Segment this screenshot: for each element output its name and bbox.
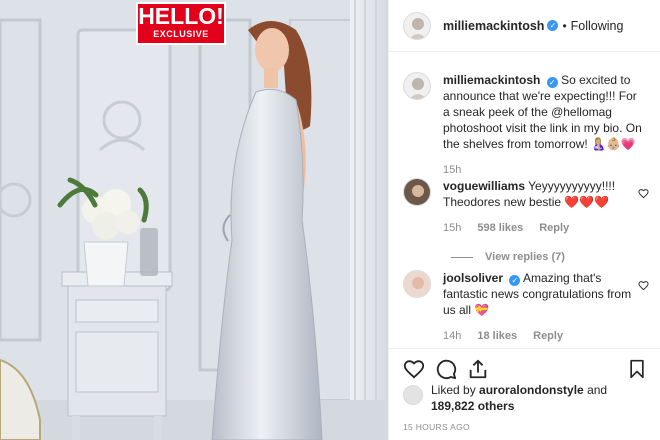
separator-dot: • (562, 18, 567, 33)
hello-logo: HELLO! (138, 3, 224, 29)
post-timestamp[interactable]: 15 HOURS AGO (403, 422, 470, 432)
photo-illustration (0, 0, 388, 440)
liker-username[interactable]: auroralondonstyle (479, 383, 584, 397)
bookmark-icon[interactable] (627, 358, 647, 380)
comment-username[interactable]: voguewilliams (443, 179, 525, 193)
view-replies[interactable]: View replies (7) (429, 239, 565, 263)
reply-button[interactable]: Reply (539, 220, 569, 236)
liked-by-prefix: Liked by (431, 383, 476, 397)
verified-badge-icon: ✓ (509, 275, 521, 286)
post-panel: milliemackintosh ✓ • Following milliemac… (388, 0, 660, 440)
comment-avatar[interactable] (403, 270, 431, 298)
post-photo[interactable]: HELLO! EXCLUSIVE (0, 0, 388, 440)
liked-by-connector: and (587, 383, 608, 397)
header-username[interactable]: milliemackintosh (443, 19, 544, 33)
verified-badge-icon: ✓ (546, 77, 558, 88)
like-comment-heart-icon[interactable] (638, 188, 649, 199)
reply-button[interactable]: Reply (533, 328, 563, 344)
view-replies-label[interactable]: View replies (7) (485, 251, 565, 263)
caption-time[interactable]: 15h (443, 162, 461, 178)
comment-item: joolsoliver ✓ Amazing that's fantastic n… (403, 270, 651, 344)
author-avatar[interactable] (403, 11, 431, 40)
comment-time[interactable]: 14h (443, 328, 461, 344)
likes-count[interactable]: 189,822 others (431, 399, 514, 413)
comment-likes[interactable]: 18 likes (477, 328, 517, 344)
hello-magazine-badge: HELLO! EXCLUSIVE (136, 2, 226, 45)
comment-time[interactable]: 15h (443, 220, 461, 236)
post-header: milliemackintosh ✓ • Following (389, 0, 660, 52)
caption-avatar[interactable] (403, 72, 431, 100)
liker-avatar[interactable] (403, 385, 423, 405)
heart-icon[interactable] (403, 358, 425, 380)
exclusive-tag: EXCLUSIVE (153, 29, 209, 39)
share-icon[interactable] (467, 358, 489, 380)
liked-by: Liked by auroralondonstyle and 189,822 o… (403, 382, 653, 414)
caption: milliemackintosh ✓ So excited to announc… (403, 72, 651, 178)
comment-icon[interactable] (435, 358, 457, 380)
following-button[interactable]: Following (571, 19, 624, 33)
caption-username[interactable]: milliemackintosh (443, 73, 540, 87)
verified-badge-icon: ✓ (547, 20, 559, 31)
comment-avatar[interactable] (403, 178, 431, 206)
like-comment-heart-icon[interactable] (638, 280, 649, 291)
comment-item: voguewilliams Yeyyyyyyyyyy!!!! Theodores… (403, 178, 651, 236)
comment-username[interactable]: joolsoliver (443, 271, 503, 285)
comment-likes[interactable]: 598 likes (477, 220, 523, 236)
